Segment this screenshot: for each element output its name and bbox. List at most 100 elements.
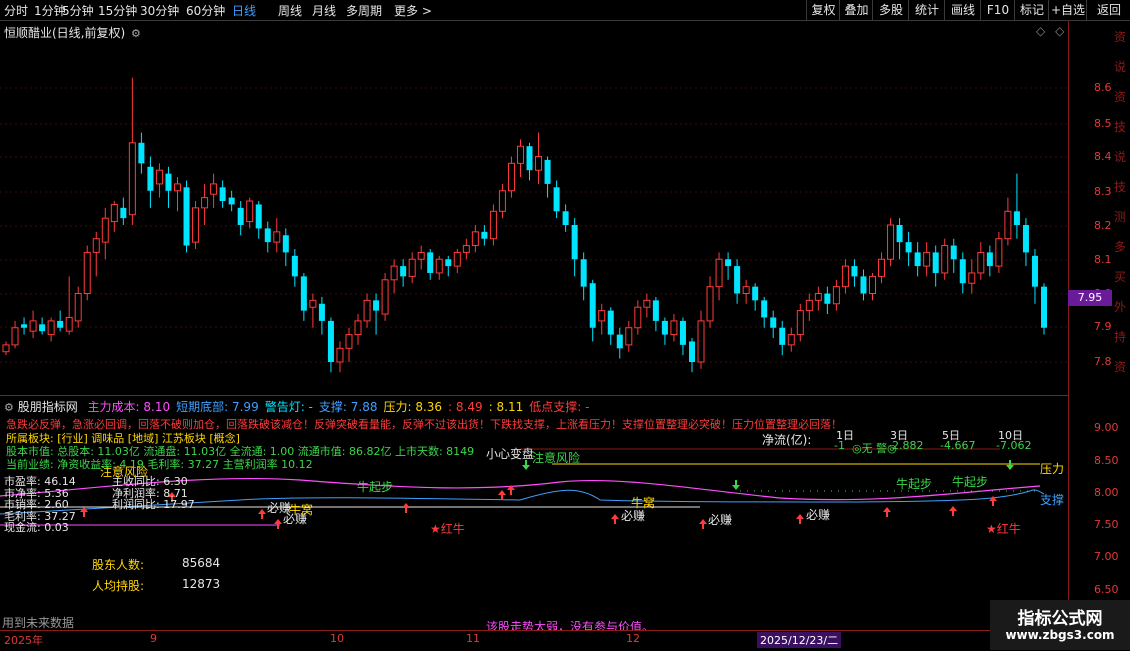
candle-body[interactable] [706, 286, 714, 322]
candle-body[interactable] [1013, 211, 1020, 225]
candle-body[interactable] [787, 334, 795, 346]
candlestick-chart[interactable] [0, 21, 1068, 395]
candle-body[interactable] [851, 266, 858, 277]
candle-body[interactable] [670, 320, 678, 336]
candle-body[interactable] [354, 320, 362, 336]
candle-body[interactable] [887, 224, 895, 260]
candle-body[interactable] [725, 259, 732, 267]
candle-body[interactable] [562, 211, 569, 225]
candle-body[interactable] [246, 200, 254, 223]
candle-body[interactable] [616, 334, 623, 349]
candle-body[interactable] [752, 286, 759, 301]
toolbar-button[interactable]: +自选 [1048, 0, 1087, 20]
period-tab[interactable]: 5分钟 [62, 2, 94, 19]
candle-body[interactable] [986, 252, 993, 267]
candle-body[interactable] [553, 187, 560, 212]
candle-body[interactable] [147, 166, 154, 191]
period-tab[interactable]: 30分钟 [140, 2, 179, 19]
candle-body[interactable] [471, 231, 479, 247]
candle-body[interactable] [715, 258, 723, 288]
candle-body[interactable] [580, 259, 587, 287]
candle-body[interactable] [400, 266, 407, 277]
candle-body[interactable] [905, 242, 912, 253]
candle-body[interactable] [101, 217, 109, 243]
candle-body[interactable] [345, 334, 353, 349]
toolbar-button[interactable]: 统计 [908, 0, 945, 20]
candle-body[interactable] [625, 327, 633, 346]
candle-body[interactable] [309, 299, 317, 308]
candle-body[interactable] [427, 252, 434, 273]
candle-body[interactable] [932, 252, 939, 273]
candle-body[interactable] [860, 276, 867, 294]
candle-body[interactable] [498, 190, 506, 212]
candle-body[interactable] [805, 299, 813, 312]
candle-body[interactable] [390, 265, 398, 281]
candle-body[interactable] [770, 317, 777, 328]
candle-body[interactable] [2, 344, 10, 353]
candle-body[interactable] [291, 255, 298, 277]
candle-body[interactable] [1041, 286, 1047, 328]
period-tab[interactable]: 1分钟 [34, 2, 66, 19]
candle-body[interactable] [128, 142, 136, 216]
candle-body[interactable] [57, 320, 64, 328]
candle-body[interactable] [544, 159, 551, 184]
candle-body[interactable] [481, 231, 488, 239]
candle-body[interactable] [47, 320, 55, 336]
candle-body[interactable] [959, 259, 966, 284]
candle-body[interactable] [74, 293, 82, 322]
candle-body[interactable] [526, 146, 533, 171]
candle-body[interactable] [1022, 225, 1029, 253]
candle-body[interactable] [679, 320, 686, 345]
candle-body[interactable] [29, 320, 37, 332]
candle-body[interactable] [598, 310, 606, 322]
candle-body[interactable] [264, 228, 271, 243]
candle-body[interactable] [661, 320, 668, 335]
candle-body[interactable] [878, 258, 886, 277]
candle-body[interactable] [462, 245, 470, 253]
candle-body[interactable] [977, 251, 985, 274]
candle-body[interactable] [841, 265, 849, 288]
toolbar-button[interactable]: F10 [980, 0, 1015, 20]
candle-body[interactable] [832, 286, 840, 305]
candle-body[interactable] [688, 341, 695, 362]
candle-body[interactable] [373, 300, 380, 311]
candle-body[interactable] [445, 259, 452, 267]
candle-body[interactable] [968, 272, 976, 284]
candle-body[interactable] [435, 258, 443, 274]
candle-body[interactable] [896, 225, 903, 243]
candle-body[interactable] [607, 310, 614, 335]
candle-body[interactable] [489, 210, 497, 240]
candle-body[interactable] [210, 183, 218, 195]
candle-body[interactable] [165, 173, 172, 191]
candle-body[interactable] [237, 207, 244, 225]
candle-body[interactable] [92, 238, 100, 253]
period-tab[interactable]: 15分钟 [98, 2, 137, 19]
period-tab[interactable]: 多周期 [346, 2, 382, 19]
candle-body[interactable] [219, 187, 226, 202]
candle-body[interactable] [950, 245, 957, 260]
period-tab[interactable]: 分时 [4, 2, 28, 19]
toolbar-button[interactable]: 复权 [806, 0, 840, 20]
candle-body[interactable] [336, 347, 344, 363]
period-tab[interactable]: 更多 > [394, 2, 432, 19]
candle-body[interactable] [734, 266, 741, 294]
candle-body[interactable] [941, 245, 949, 274]
candle-body[interactable] [779, 327, 786, 345]
candle-body[interactable] [183, 187, 190, 246]
toolbar-button[interactable]: 标记 [1014, 0, 1049, 20]
candle-body[interactable] [742, 286, 750, 294]
candle-body[interactable] [120, 207, 127, 219]
candle-body[interactable] [643, 299, 651, 308]
candle-body[interactable] [201, 197, 209, 209]
period-tab[interactable]: 60分钟 [186, 2, 225, 19]
candle-body[interactable] [110, 203, 118, 223]
candle-body[interactable] [417, 251, 425, 260]
candle-body[interactable] [516, 145, 524, 164]
candle-body[interactable] [138, 142, 145, 164]
candle-body[interactable] [83, 251, 91, 294]
candle-body[interactable] [21, 324, 28, 328]
candle-body[interactable] [173, 183, 181, 192]
candle-body[interactable] [796, 310, 804, 336]
candle-body[interactable] [589, 283, 596, 328]
candle-body[interactable] [192, 207, 200, 243]
